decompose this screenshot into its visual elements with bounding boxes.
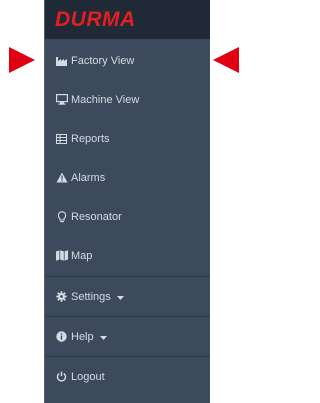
sidebar-item-resonator[interactable]: Resonator — [45, 197, 210, 236]
sidebar: DURMA Factory View Machine View Reports — [44, 0, 210, 403]
sidebar-item-label: Machine View — [71, 93, 140, 106]
sidebar-item-label: Logout — [71, 370, 105, 383]
warning-icon — [55, 172, 68, 184]
screen: DURMA Factory View Machine View Reports — [0, 0, 246, 403]
sidebar-item-alarms[interactable]: Alarms — [45, 158, 210, 197]
sidebar-item-label: Map — [71, 249, 93, 262]
table-icon — [55, 133, 68, 145]
chevron-down-icon — [99, 331, 107, 343]
sidebar-header: DURMA — [45, 0, 210, 39]
sidebar-item-label: Settings — [71, 290, 111, 303]
sidebar-item-label: Resonator — [71, 210, 122, 223]
sidebar-item-help[interactable]: Help — [45, 317, 210, 356]
brand-logo[interactable]: DURMA — [55, 8, 136, 32]
factory-icon — [55, 55, 68, 67]
map-icon — [55, 250, 68, 262]
sidebar-item-machine-view[interactable]: Machine View — [45, 80, 210, 119]
sidebar-item-map[interactable]: Map — [45, 236, 210, 275]
lightbulb-icon — [55, 210, 68, 223]
sidebar-item-label: Help — [71, 330, 94, 343]
sidebar-item-label: Reports — [71, 132, 110, 145]
sidebar-item-settings[interactable]: Settings — [45, 277, 210, 316]
chevron-down-icon — [116, 291, 124, 303]
sidebar-item-reports[interactable]: Reports — [45, 119, 210, 158]
sidebar-item-logout[interactable]: Logout — [45, 357, 210, 396]
gear-icon — [55, 291, 68, 303]
sidebar-item-label: Alarms — [71, 171, 106, 184]
power-icon — [55, 371, 68, 383]
info-icon — [55, 331, 68, 343]
highlight-arrow-left — [9, 47, 35, 73]
sidebar-item-label: Factory View — [71, 54, 135, 67]
highlight-arrow-right — [213, 47, 239, 73]
sidebar-item-factory-view[interactable]: Factory View — [45, 41, 210, 80]
monitor-icon — [55, 94, 68, 106]
